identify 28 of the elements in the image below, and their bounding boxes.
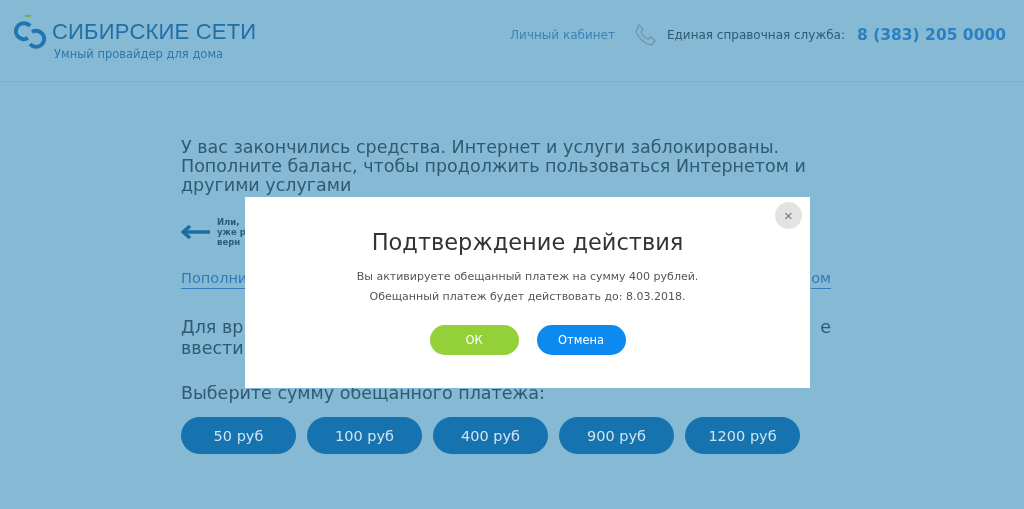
- dialog-title: Подтверждение действия: [371, 229, 684, 255]
- support-label: Единая справочная служба:: [666, 28, 845, 42]
- amount-button[interactable]: 400 руб: [433, 417, 548, 454]
- phone-icon: [632, 23, 657, 47]
- hint-text: Или,: [217, 217, 241, 227]
- promise-text: Для вр: [181, 317, 244, 338]
- amount-prompt: Выберите сумму обещанного платежа:: [181, 383, 546, 403]
- topup-link[interactable]: ом: [811, 269, 831, 289]
- hint-text: уже р: [217, 227, 246, 237]
- amount-button[interactable]: 100 руб: [307, 417, 422, 454]
- arrow-left-icon: [181, 225, 211, 239]
- dialog-message: Обещанный платеж будет действовать до: 8.03.2018.: [369, 289, 686, 305]
- promise-text: е: [820, 317, 831, 338]
- cancel-button[interactable]: Отмена: [536, 325, 626, 355]
- notice-text: У вас закончились средства. Интернет и услуги заблокированы.: [181, 138, 781, 157]
- close-button[interactable]: ×: [775, 202, 802, 229]
- amount-button[interactable]: 50 руб: [181, 417, 296, 454]
- notice-text: Пополните баланс, чтобы продолжить пользоваться Интернетом и: [181, 157, 807, 176]
- support-phone: 8 (383) 205 0000: [857, 26, 1006, 44]
- logo-title: СИБИРСКИЕ СЕТИ: [52, 20, 257, 44]
- logo-subtitle: Умный провайдер для дома: [54, 47, 225, 61]
- amount-button[interactable]: 900 руб: [559, 417, 674, 454]
- promise-text: ввести: [181, 338, 244, 359]
- dialog-message: Вы активируете обещанный платеж на сумму 400 рублей.: [356, 269, 699, 285]
- account-link[interactable]: Личный кабинет: [510, 28, 615, 42]
- amount-button[interactable]: 1200 руб: [685, 417, 800, 454]
- notice-text: другими услугами: [181, 176, 353, 195]
- hint-text: верн: [217, 237, 242, 247]
